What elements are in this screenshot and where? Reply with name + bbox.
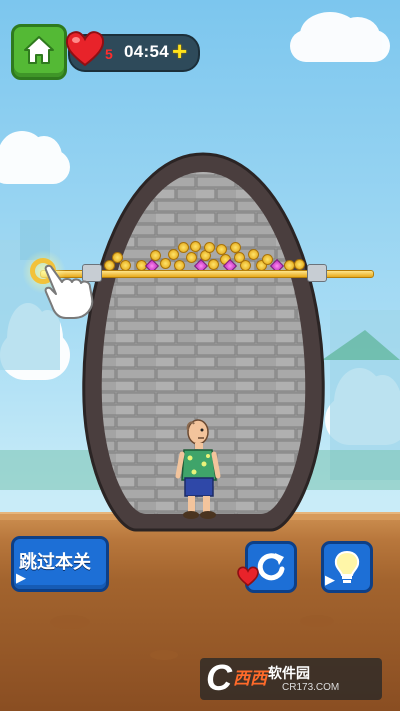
home-icon	[24, 36, 54, 64]
lives-count: 5	[105, 46, 113, 62]
bald-man-character	[175, 419, 221, 519]
skip-level-label: 跳过本关	[19, 552, 91, 572]
play-icon: ▶	[325, 572, 335, 587]
pin-clamp-right	[307, 264, 327, 282]
life-refill-timer: 04:54	[124, 42, 169, 61]
coin	[248, 249, 259, 260]
coin	[208, 259, 219, 270]
play-icon: ▶	[16, 570, 26, 585]
watermark-logo-icon: C	[206, 657, 232, 698]
coin	[160, 258, 171, 269]
watermark-url: CR173.COM	[282, 682, 340, 693]
coin	[168, 249, 179, 260]
ground-stone	[300, 615, 334, 627]
coin	[178, 242, 189, 253]
ground-stone	[50, 615, 90, 629]
watermark-brand: 西西	[233, 669, 267, 688]
coin	[190, 241, 201, 252]
ground-stone	[150, 650, 178, 660]
coin	[204, 242, 215, 253]
heart-icon	[65, 31, 105, 67]
home-button[interactable]	[11, 24, 67, 80]
coin	[150, 250, 161, 261]
watermark-title: 软件园	[268, 665, 310, 681]
coin	[294, 259, 305, 270]
pointing-hand-icon	[44, 264, 94, 319]
heart-icon	[237, 566, 259, 587]
cloud	[290, 12, 390, 62]
coin	[186, 252, 197, 263]
add-time-button[interactable]: +	[172, 38, 187, 64]
